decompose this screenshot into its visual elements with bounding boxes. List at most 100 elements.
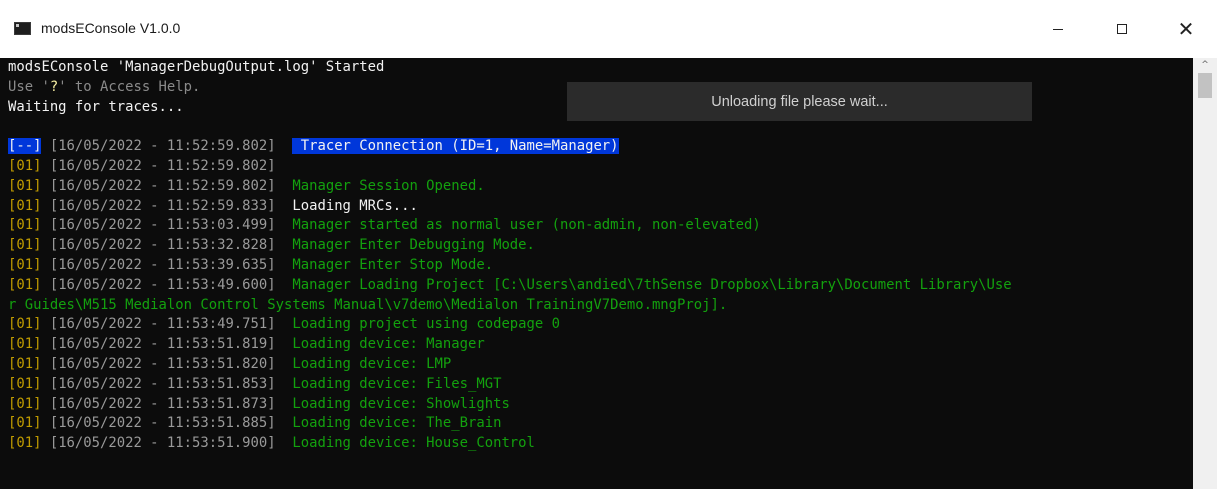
log-tracer-tag: [01] xyxy=(8,356,42,372)
log-message: Manager Session Opened. xyxy=(292,177,485,194)
log-message: Manager started as normal user (non-admi… xyxy=(292,217,761,234)
log-separator xyxy=(276,316,293,332)
log-continuation-line: r Guides\M515 Medialon Control Systems M… xyxy=(8,295,727,315)
log-separator xyxy=(276,198,293,214)
minimize-button[interactable] xyxy=(1035,0,1081,58)
log-separator xyxy=(276,396,293,412)
log-separator xyxy=(41,257,49,273)
log-separator xyxy=(41,277,49,293)
log-timestamp: [16/05/2022 - 11:53:51.873] xyxy=(49,395,276,412)
log-separator xyxy=(41,396,49,412)
log-separator xyxy=(276,158,293,174)
log-message: Loading project using codepage 0 xyxy=(292,316,560,333)
log-entry: [01] [16/05/2022 - 11:52:59.802] xyxy=(8,156,292,176)
maximize-button[interactable] xyxy=(1099,0,1145,58)
header-text: Waiting for traces... xyxy=(8,98,184,115)
log-tracer-tag: [01] xyxy=(8,435,42,452)
log-separator xyxy=(41,237,49,253)
log-timestamp: [16/05/2022 - 11:52:59.802] xyxy=(49,177,276,194)
scroll-thumb[interactable] xyxy=(1198,73,1212,98)
log-tracer-tag: [01] xyxy=(8,217,42,234)
log-tracer-tag: [01] xyxy=(8,316,42,333)
console-window: modsEConsole V1.0.0 ✕ modsEConsole 'Mana… xyxy=(0,0,1217,489)
log-entry: [01] [16/05/2022 - 11:53:39.635] Manager… xyxy=(8,255,493,275)
title-bar[interactable]: modsEConsole V1.0.0 ✕ xyxy=(0,0,1217,58)
log-tracer-tag: [01] xyxy=(8,237,42,254)
log-message: Loading device: Manager xyxy=(292,336,485,353)
close-icon: ✕ xyxy=(1177,17,1195,41)
log-entry: [01] [16/05/2022 - 11:53:51.853] Loading… xyxy=(8,374,501,394)
log-entry: [01] [16/05/2022 - 11:53:03.499] Manager… xyxy=(8,215,761,235)
header-text: ' to Access Help. xyxy=(58,78,201,95)
log-separator xyxy=(41,376,49,392)
log-separator xyxy=(41,217,49,233)
loading-overlay: Unloading file please wait... xyxy=(567,82,1032,121)
log-entry: [01] [16/05/2022 - 11:53:51.819] Loading… xyxy=(8,334,485,354)
log-message: Manager Enter Debugging Mode. xyxy=(292,237,535,254)
console-header-line: modsEConsole 'ManagerDebugOutput.log' St… xyxy=(8,58,384,77)
loading-message: Unloading file please wait... xyxy=(711,93,888,110)
log-separator xyxy=(276,257,293,273)
maximize-icon xyxy=(1117,24,1127,34)
log-message: Loading device: Files_MGT xyxy=(292,375,502,392)
log-message: Manager Enter Stop Mode. xyxy=(292,257,494,273)
console-header-line: Waiting for traces... xyxy=(8,97,184,117)
log-message: Loading MRCs... xyxy=(292,197,418,214)
log-entry: [01] [16/05/2022 - 11:53:49.751] Loading… xyxy=(8,314,560,334)
log-timestamp: [16/05/2022 - 11:53:49.600] xyxy=(49,276,276,293)
log-separator xyxy=(41,415,49,431)
header-text: modsEConsole 'ManagerDebugOutput.log' St… xyxy=(8,59,385,75)
console-output[interactable]: modsEConsole 'ManagerDebugOutput.log' St… xyxy=(0,58,1193,489)
log-timestamp: [16/05/2022 - 11:53:51.885] xyxy=(49,415,276,432)
log-tracer-tag: [01] xyxy=(8,415,42,432)
log-entry: [01] [16/05/2022 - 11:53:51.900] Loading… xyxy=(8,433,535,453)
header-text: ? xyxy=(49,78,59,95)
log-timestamp: [16/05/2022 - 11:52:59.802] xyxy=(49,138,276,155)
log-message: Manager Loading Project [C:\Users\andied… xyxy=(292,276,1012,293)
log-message: Tracer Connection (ID=1, Name=Manager) xyxy=(292,138,619,155)
log-separator xyxy=(276,435,293,451)
window-title: modsEConsole V1.0.0 xyxy=(41,20,181,36)
log-timestamp: [16/05/2022 - 11:53:49.751] xyxy=(49,316,276,333)
log-separator xyxy=(41,198,49,214)
log-separator xyxy=(41,435,49,451)
log-entry: [--] [16/05/2022 - 11:52:59.802] Tracer … xyxy=(8,136,619,156)
log-entry: [01] [16/05/2022 - 11:52:59.802] Manager… xyxy=(8,176,485,196)
log-message: Loading device: The_Brain xyxy=(292,415,502,432)
log-entry: [01] [16/05/2022 - 11:53:51.873] Loading… xyxy=(8,394,510,414)
log-separator xyxy=(276,178,293,194)
scroll-up-arrow-icon[interactable]: ^ xyxy=(1193,58,1217,72)
log-entry: [01] [16/05/2022 - 11:52:59.833] Loading… xyxy=(8,196,418,216)
log-separator xyxy=(41,138,49,154)
log-tracer-tag: [01] xyxy=(8,276,42,293)
log-separator xyxy=(41,316,49,332)
log-tracer-tag: [01] xyxy=(8,375,42,392)
log-tracer-tag: [01] xyxy=(8,336,42,353)
log-timestamp: [16/05/2022 - 11:53:51.853] xyxy=(49,375,276,392)
log-separator xyxy=(276,138,293,154)
log-tracer-tag: [01] xyxy=(8,197,42,214)
log-separator xyxy=(41,178,49,194)
log-timestamp: [16/05/2022 - 11:52:59.802] xyxy=(49,158,276,174)
close-button[interactable]: ✕ xyxy=(1163,0,1209,58)
log-separator xyxy=(276,217,293,233)
vertical-scrollbar[interactable]: ^ xyxy=(1193,58,1217,489)
log-timestamp: [16/05/2022 - 11:53:51.820] xyxy=(49,356,276,372)
log-separator xyxy=(41,336,49,352)
header-text: Use ' xyxy=(8,78,50,95)
log-message: Loading device: House_Control xyxy=(292,435,535,452)
log-timestamp: [16/05/2022 - 11:53:51.819] xyxy=(49,336,276,353)
log-message: Loading device: Showlights xyxy=(292,395,510,412)
log-timestamp: [16/05/2022 - 11:53:03.499] xyxy=(49,217,276,234)
console-app-icon xyxy=(14,22,31,35)
log-separator xyxy=(276,415,293,431)
log-entry: [01] [16/05/2022 - 11:53:32.828] Manager… xyxy=(8,235,535,255)
log-separator xyxy=(276,336,293,352)
log-separator xyxy=(276,376,293,392)
console-header-line: Use '?' to Access Help. xyxy=(8,77,200,97)
log-tracer-tag: [01] xyxy=(8,395,42,412)
log-timestamp: [16/05/2022 - 11:53:32.828] xyxy=(49,237,276,254)
minimize-icon xyxy=(1053,28,1063,30)
log-entry: [01] [16/05/2022 - 11:53:51.820] Loading… xyxy=(8,354,451,374)
log-timestamp: [16/05/2022 - 11:53:39.635] xyxy=(49,257,276,273)
